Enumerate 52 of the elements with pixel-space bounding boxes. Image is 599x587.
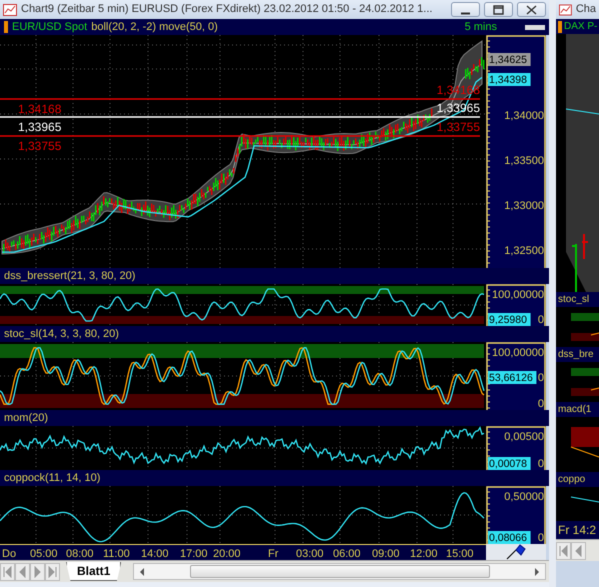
time-label: 03:00 [296, 547, 324, 562]
price-level-label: 1,33755 [18, 139, 62, 153]
axis-label: 0 [538, 314, 544, 326]
axis-label: 100,00000 [492, 347, 544, 359]
time-label: 05:00 [30, 547, 58, 562]
sheet-tab[interactable]: Blatt1 [66, 562, 122, 581]
price-level-label: 1,34168 [18, 102, 62, 116]
axis-label: 0 [538, 372, 544, 384]
indicator-title: coppock(11, 14, 10) [4, 470, 100, 486]
axis-label: 0,00500 [504, 431, 544, 443]
time-label: 15:00 [446, 547, 474, 562]
indicator-title: stoc_sl(14, 3, 3, 80, 20) [4, 326, 119, 342]
instrument-label: EUR/USD Spot [12, 20, 88, 35]
time-label: 12:00 [410, 547, 438, 562]
instrument-label: DAX P- [564, 20, 598, 34]
indicator-title: stoc_sl [558, 293, 590, 307]
time-label: 06:00 [333, 547, 361, 562]
axis-label: 0 [538, 458, 544, 470]
window-title: Cha [576, 2, 596, 18]
indicator-value-badge: 53,66126 [488, 371, 536, 384]
time-label: 17:00 [180, 547, 208, 562]
indicator-value-badge: 0,00078 [488, 457, 531, 470]
time-label: 09:00 [372, 547, 400, 562]
indicator-value-badge: 9,25980 [488, 313, 531, 326]
time-label: 20:00 [213, 547, 241, 562]
price-level-label: 1,33965 [18, 120, 62, 134]
axis-label: 0 [538, 532, 544, 544]
axis-label: 0,50000 [504, 491, 544, 503]
indicator-title: mom(20) [4, 410, 48, 426]
axis-label: 100,00000 [492, 289, 544, 301]
window-title: Chart9 (Zeitbar 5 min) EURUSD (Forex FXdirekt) 23.02.2012 01:50 - 24.02.2012 1... [21, 2, 432, 18]
price-level-label: 1,33755 [436, 120, 480, 134]
time-label: 08:00 [66, 547, 94, 562]
axis-label: 1,32500 [504, 245, 544, 257]
time-label: 14:00 [141, 547, 169, 562]
interval-label: 5 mins [464, 20, 497, 35]
time-axis: Fr 14:2 [556, 521, 599, 539]
average-price-badge: 1,34398 [488, 73, 531, 86]
axis-label: 1,33000 [504, 200, 544, 212]
axis-label: 1,34000 [504, 110, 544, 122]
last-price-badge: 1,34625 [488, 53, 531, 66]
time-label: 11:00 [103, 547, 130, 562]
indicator-label: boll(20, 2, -2) move(50, 0) [91, 20, 218, 35]
indicator-title: dss_bressert(21, 3, 80, 20) [4, 268, 136, 284]
time-label: Do [2, 547, 16, 562]
indicator-title: coppo [558, 473, 586, 487]
indicator-title: dss_bre [558, 348, 594, 362]
time-label: Fr [268, 547, 278, 562]
indicator-title: macd(1 [558, 403, 592, 417]
axis-label: 0 [538, 398, 544, 410]
indicator-value-badge: 0,08066 [488, 531, 531, 544]
axis-label: 1,33500 [504, 155, 544, 167]
